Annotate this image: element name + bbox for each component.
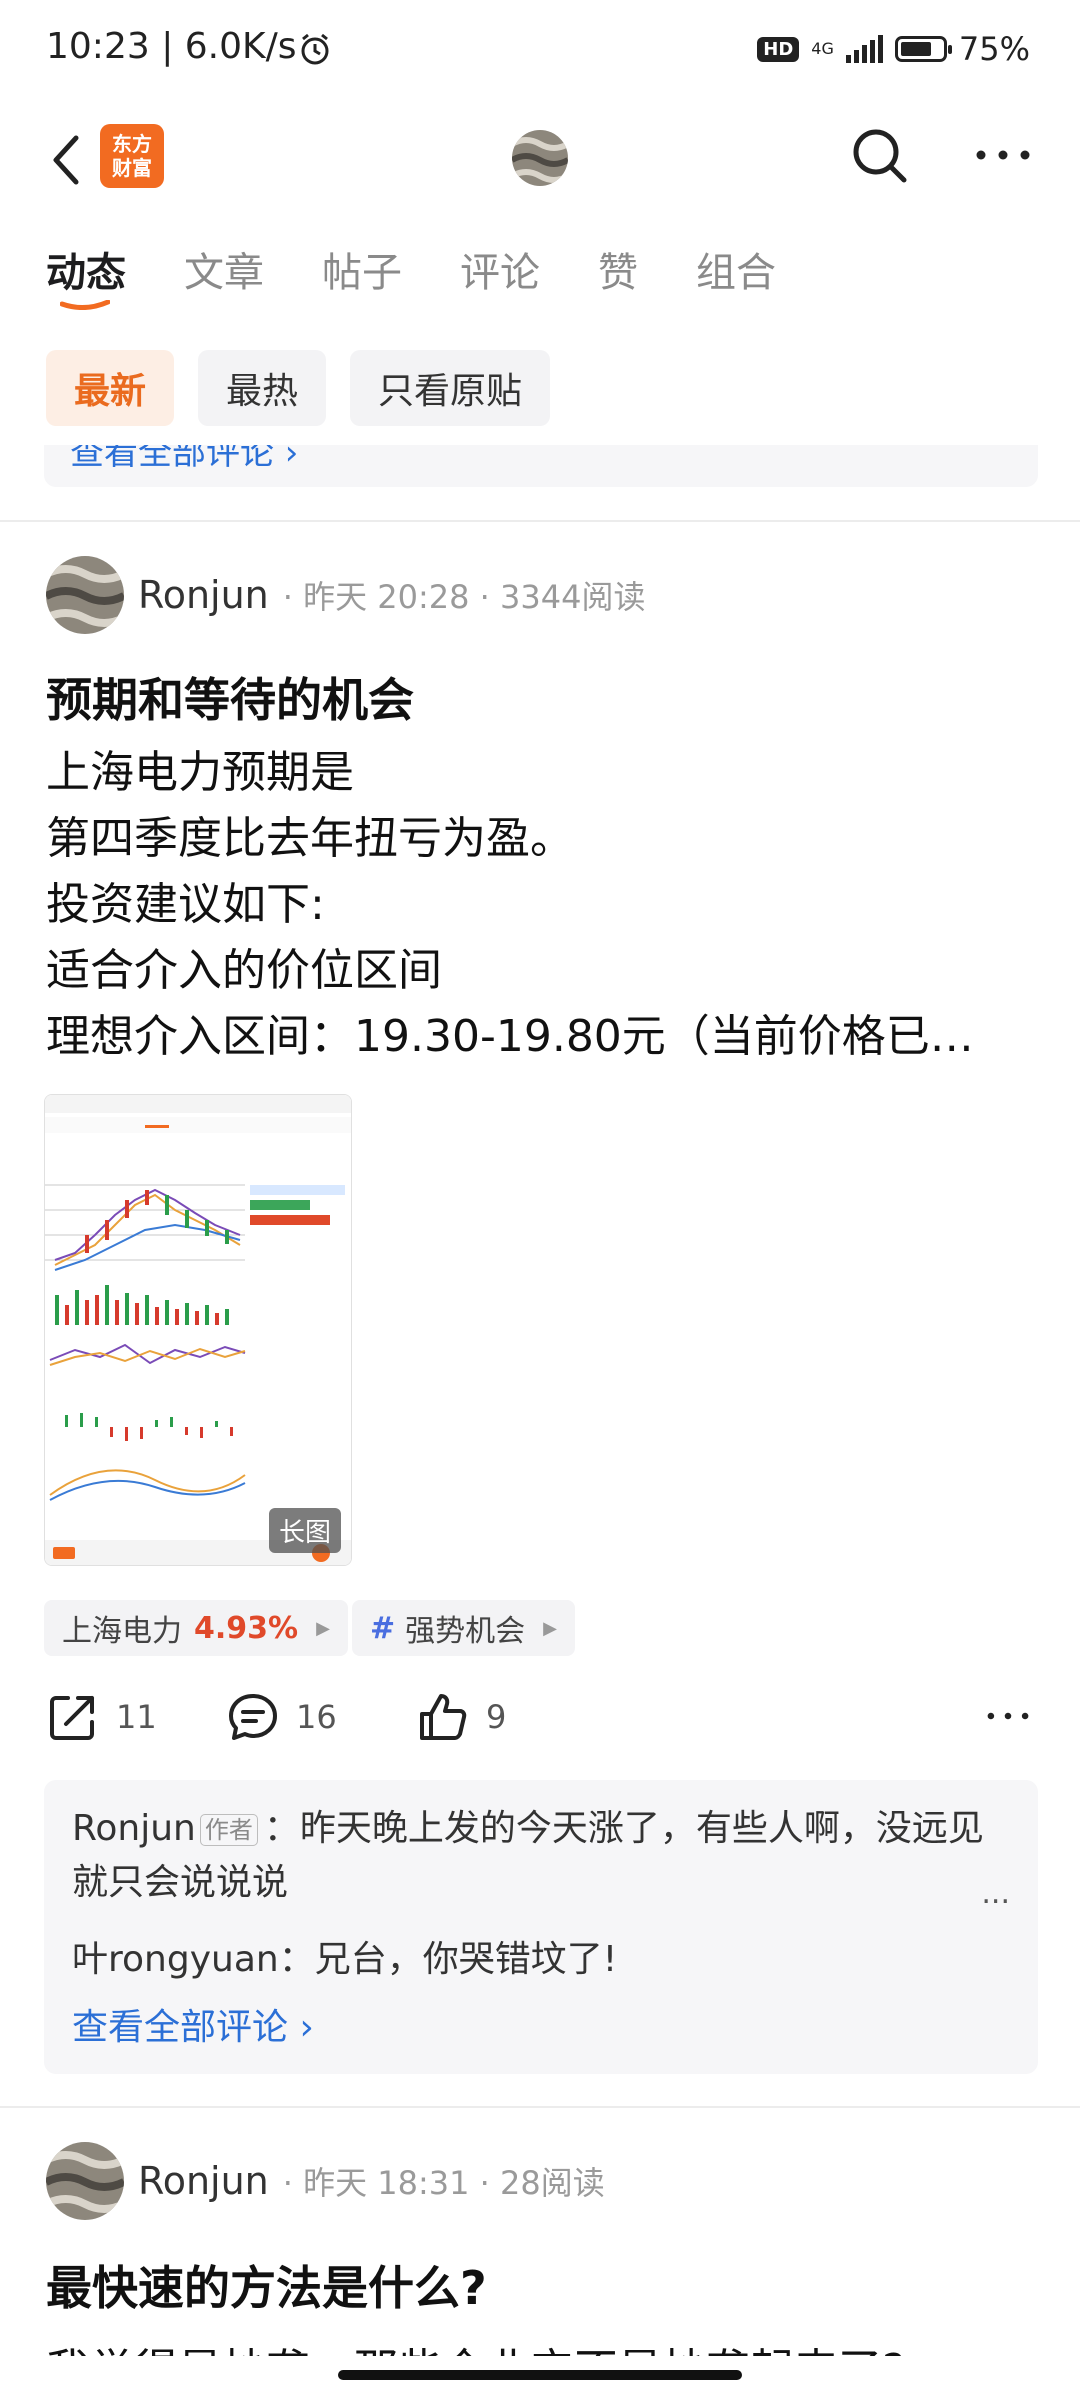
- view-all-comments-link[interactable]: 查看全部评论 ›: [72, 1998, 314, 2050]
- thumbs-up-icon: [420, 1694, 467, 1740]
- more-horizontal-icon[interactable]: [975, 140, 1031, 170]
- status-time-speed: 10:23 | 6.0K/s: [46, 26, 297, 67]
- tab-portfolio[interactable]: 组合: [696, 240, 776, 320]
- hd-badge: HD: [757, 36, 800, 62]
- more-horizontal-icon: [987, 1712, 1029, 1720]
- post-image-thumbnail[interactable]: 长图: [44, 1094, 352, 1566]
- author-name[interactable]: Ronjun: [138, 573, 269, 617]
- post-line: 投资建议如下:: [46, 879, 325, 930]
- status-bar: 10:23 | 6.0K/s HD 4G 75%: [0, 0, 1080, 100]
- top-bar: 东方 财富: [0, 110, 1080, 210]
- battery-percent: 75%: [958, 30, 1030, 68]
- filter-original-only[interactable]: 只看原贴: [350, 350, 551, 426]
- post-more-button[interactable]: [986, 1706, 1030, 1726]
- post-line: 上海电力预期是: [46, 747, 354, 798]
- alarm-icon: [298, 32, 332, 66]
- post-line: 第四季度比去年扭亏为盈。: [46, 813, 574, 864]
- logo-line-1: 东方: [112, 132, 152, 156]
- filter-latest[interactable]: 最新: [46, 350, 175, 426]
- signal-icon: [845, 35, 883, 63]
- post-line: 我觉得是抄袭，那些企业它不是抄袭起来了?...: [46, 2338, 1036, 2356]
- comment-button[interactable]: 16: [226, 1690, 337, 1744]
- tab-label: 动态: [46, 250, 126, 296]
- hashtag-icon: #: [370, 1610, 396, 1646]
- comment-expand[interactable]: ...: [981, 1876, 1010, 1911]
- author-name[interactable]: Ronjun: [138, 2159, 269, 2203]
- profile-tabs: 动态 文章 帖子 评论 赞 组合: [46, 240, 776, 320]
- post-action-bar: 11 16 9: [46, 1690, 1036, 1754]
- divider: [0, 520, 1080, 522]
- comment-item[interactable]: 叶rongyuan：兄台，你哭错坟了!: [72, 1930, 617, 1982]
- post-meta: · 昨天 20:28 · 3344阅读: [282, 578, 646, 616]
- post-body-cut: 我觉得是抄袭，那些企业它不是抄袭起来了?...: [46, 2338, 1036, 2356]
- tab-articles[interactable]: 文章: [184, 240, 264, 320]
- tab-posts[interactable]: 帖子: [322, 240, 402, 320]
- tab-label: 文章: [184, 250, 264, 296]
- filter-bar: 最新 最热 只看原贴: [46, 350, 551, 426]
- comment-item[interactable]: Ronjun 作者 ：昨天晚上发的今天涨了，有些人啊，没远见就只会说说说: [72, 1802, 1012, 1910]
- avatar[interactable]: [46, 556, 124, 634]
- stock-change: 4.93%: [194, 1610, 299, 1646]
- caret-right-icon: ▶: [543, 1617, 557, 1639]
- caret-right-icon: ▶: [316, 1617, 330, 1639]
- stock-chart-image: [45, 1095, 351, 1565]
- share-icon: [50, 1696, 94, 1740]
- view-all-comments-link[interactable]: 查看全部评论 ›: [70, 445, 298, 474]
- comment-count: 16: [296, 1698, 337, 1736]
- long-image-badge: 长图: [268, 1508, 341, 1553]
- tab-active-indicator: [60, 300, 110, 310]
- tab-dynamic[interactable]: 动态: [46, 240, 126, 320]
- post-body[interactable]: 上海电力预期是 第四季度比去年扭亏为盈。 投资建议如下: 适合介入的价位区间 理…: [46, 740, 1036, 1070]
- divider: [0, 2106, 1080, 2108]
- post-title[interactable]: 预期和等待的机会: [46, 664, 414, 730]
- comment-author[interactable]: Ronjun: [72, 1808, 196, 1849]
- tab-label: 组合: [696, 250, 776, 296]
- post-line: 理想介入区间：19.30-19.80元（当前价格已…: [46, 1011, 974, 1062]
- tab-comments[interactable]: 评论: [460, 240, 540, 320]
- comment-author[interactable]: 叶rongyuan: [72, 1939, 279, 1980]
- stock-tag[interactable]: 上海电力 4.93% ▶: [44, 1600, 348, 1656]
- search-icon[interactable]: [850, 126, 910, 186]
- filter-hottest[interactable]: 最热: [198, 350, 327, 426]
- tab-likes[interactable]: 赞: [598, 240, 638, 320]
- share-count: 11: [116, 1698, 157, 1736]
- network-type: 4G: [811, 39, 834, 58]
- like-count: 9: [486, 1698, 507, 1736]
- like-button[interactable]: 9: [416, 1690, 506, 1744]
- profile-avatar[interactable]: [512, 130, 568, 186]
- tab-label: 帖子: [322, 250, 402, 296]
- tab-label: 评论: [460, 250, 540, 296]
- post-line: 适合介入的价位区间: [46, 945, 442, 996]
- tab-label: 赞: [598, 250, 638, 296]
- comment-icon: [229, 1694, 277, 1740]
- stock-name: 上海电力: [62, 1614, 182, 1649]
- topic-name: 强势机会: [405, 1614, 526, 1649]
- battery-icon: [894, 36, 952, 62]
- post-author-row[interactable]: Ronjun · 昨天 18:31 · 28阅读: [46, 2142, 605, 2220]
- avatar[interactable]: [46, 2142, 124, 2220]
- share-button[interactable]: 11: [46, 1690, 157, 1744]
- previous-comments-box: 查看全部评论 ›: [44, 445, 1038, 487]
- post-meta: · 昨天 18:31 · 28阅读: [282, 2164, 605, 2202]
- post-author-row[interactable]: Ronjun · 昨天 20:28 · 3344阅读: [46, 556, 645, 634]
- comment-text: ：兄台，你哭错坟了!: [278, 1939, 618, 1980]
- app-logo[interactable]: 东方 财富: [100, 124, 164, 188]
- back-icon[interactable]: [46, 132, 90, 188]
- comments-preview: Ronjun 作者 ：昨天晚上发的今天涨了，有些人啊，没远见就只会说说说 ... 叶…: [44, 1780, 1038, 2074]
- author-badge: 作者: [199, 1814, 258, 1846]
- topic-tag[interactable]: # 强势机会 ▶: [352, 1600, 575, 1656]
- post-title[interactable]: 最快速的方法是什么?: [46, 2252, 487, 2318]
- logo-line-2: 财富: [112, 156, 152, 180]
- home-indicator[interactable]: [338, 2370, 742, 2380]
